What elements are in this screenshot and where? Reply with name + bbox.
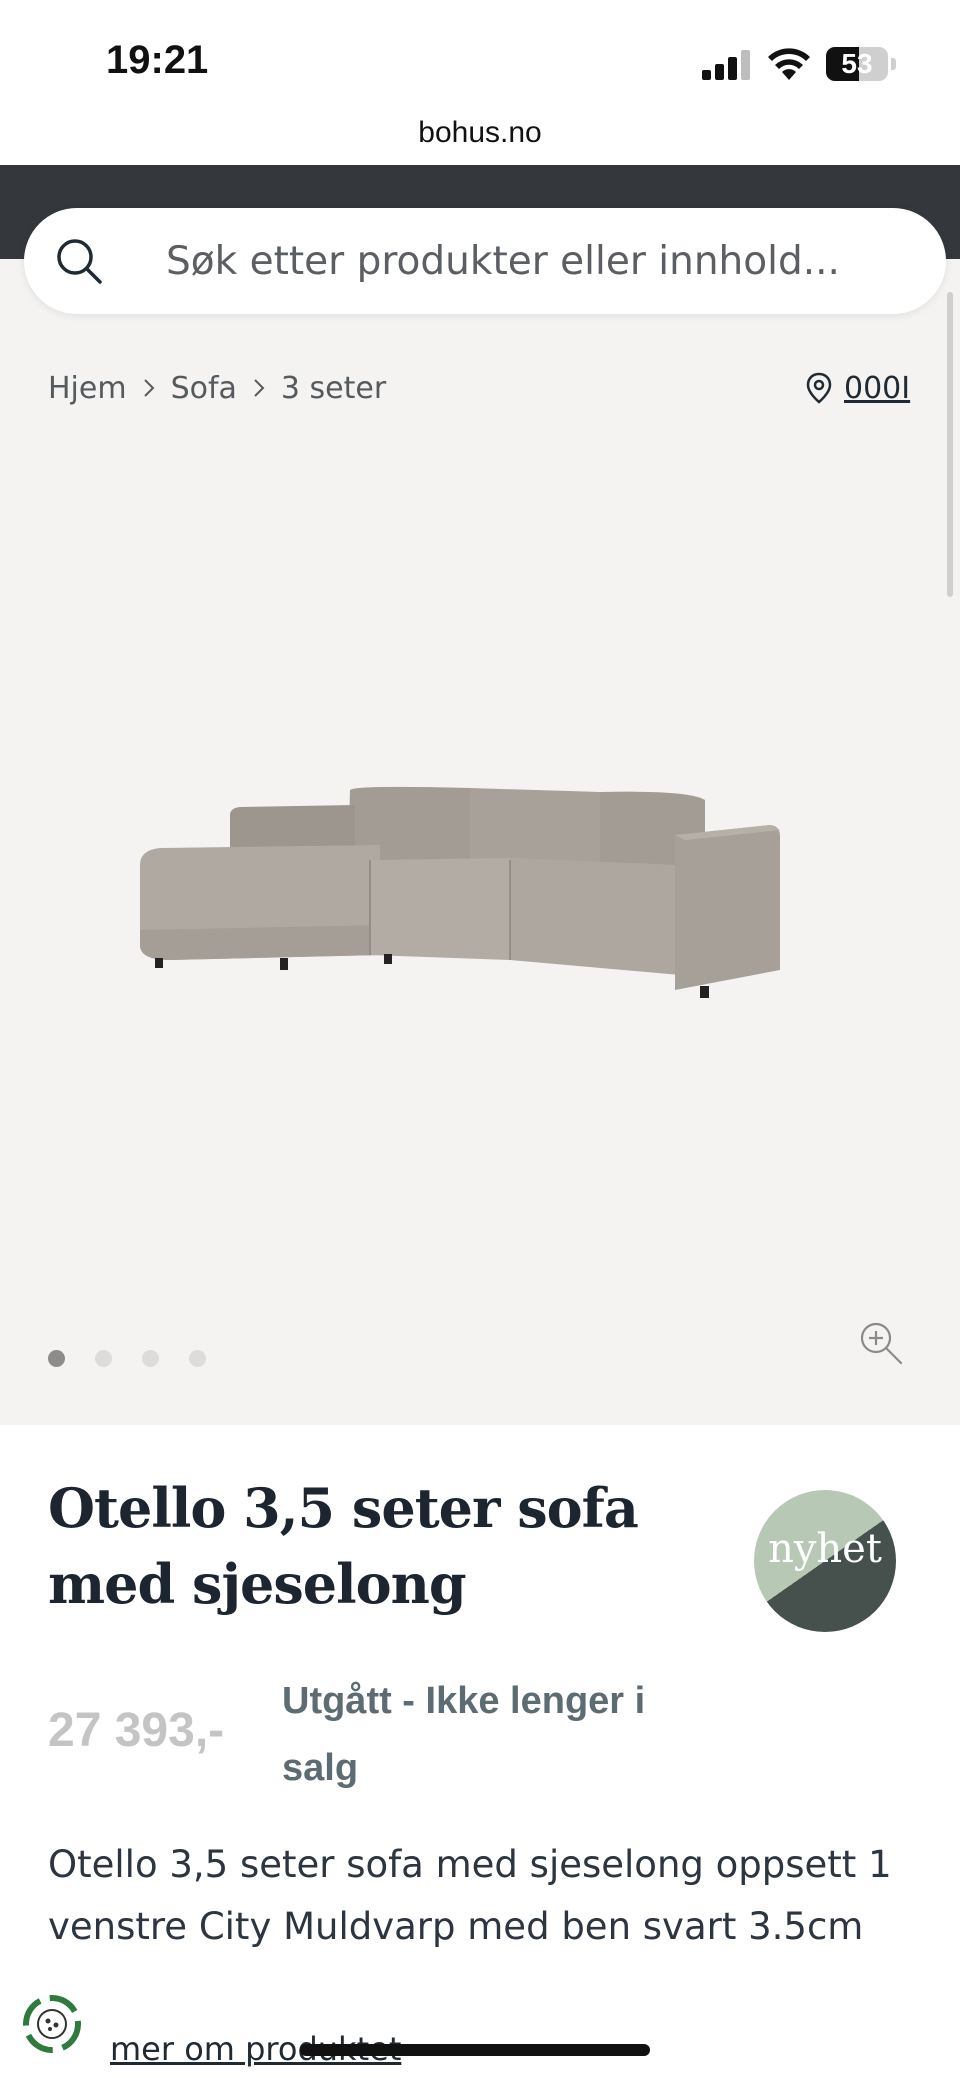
wifi-icon bbox=[768, 48, 810, 80]
search-input[interactable] bbox=[166, 230, 926, 292]
status-time: 19:21 bbox=[106, 38, 209, 82]
zoom-in-icon[interactable] bbox=[858, 1320, 904, 1366]
store-link[interactable]: 000I bbox=[844, 371, 910, 406]
product-price: 27 393,- bbox=[48, 1704, 225, 1757]
gallery-dot[interactable] bbox=[142, 1350, 159, 1367]
store-selector[interactable]: 000I bbox=[806, 366, 910, 410]
breadcrumb: Hjem Sofa 3 seter bbox=[48, 366, 386, 410]
breadcrumb-sofa[interactable]: Sofa bbox=[171, 371, 237, 406]
search-icon[interactable] bbox=[54, 236, 104, 286]
gallery-dot[interactable] bbox=[48, 1350, 65, 1367]
status-bar: 19:21 53 bbox=[0, 0, 960, 120]
new-badge: nyhet bbox=[754, 1490, 896, 1632]
home-indicator[interactable] bbox=[300, 2044, 650, 2056]
search-bar[interactable] bbox=[24, 208, 946, 314]
battery-tip bbox=[891, 58, 896, 70]
breadcrumb-current[interactable]: 3 seter bbox=[281, 371, 386, 406]
gallery-dot[interactable] bbox=[95, 1350, 112, 1367]
scrollbar[interactable] bbox=[947, 292, 953, 597]
breadcrumb-home[interactable]: Hjem bbox=[48, 371, 127, 406]
availability-status: Utgått - Ikke lenger i salg bbox=[282, 1680, 646, 1789]
battery-level: 53 bbox=[841, 48, 873, 79]
eco-recycle-icon[interactable] bbox=[18, 1990, 86, 2058]
product-description: Otello 3,5 seter sofa med sjeselong opps… bbox=[48, 1843, 892, 1948]
location-pin-icon bbox=[806, 372, 832, 404]
badge-label: nyhet bbox=[768, 1526, 882, 1572]
chevron-right-icon bbox=[237, 373, 281, 403]
product-title: Otello 3,5 seter sofa med sjeselong bbox=[48, 1476, 639, 1616]
url-bar[interactable]: bohus.no bbox=[0, 110, 960, 165]
product-image[interactable] bbox=[130, 770, 830, 1020]
gallery-dot[interactable] bbox=[189, 1350, 206, 1367]
cellular-signal-icon bbox=[702, 48, 750, 80]
chevron-right-icon bbox=[127, 373, 171, 403]
battery-icon: 53 bbox=[826, 47, 888, 81]
gallery-pagination bbox=[48, 1350, 206, 1367]
